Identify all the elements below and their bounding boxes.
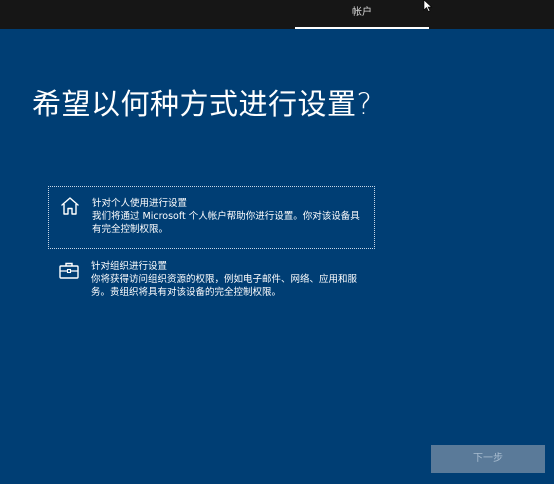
- home-icon: [61, 197, 79, 215]
- option-personal-description: 我们将通过 Microsoft 个人帐户帮助你进行设置。你对该设备具有完全控制权…: [92, 211, 360, 235]
- tab-account-label: 帐户: [352, 7, 372, 18]
- tab-account[interactable]: 帐户: [295, 0, 429, 29]
- option-personal-use[interactable]: 针对个人使用进行设置 我们将通过 Microsoft 个人帐户帮助你进行设置。你…: [48, 186, 375, 249]
- option-organization-title: 针对组织进行设置: [91, 261, 168, 272]
- option-personal-text: 针对个人使用进行设置 我们将通过 Microsoft 个人帐户帮助你进行设置。你…: [92, 197, 364, 236]
- option-organization-text: 针对组织进行设置 你将获得访问组织资源的权限，例如电子邮件、网络、应用和服务。贵…: [91, 260, 365, 299]
- briefcase-icon: [59, 262, 79, 279]
- option-personal-title: 针对个人使用进行设置: [92, 198, 188, 209]
- top-bar: 帐户: [0, 0, 554, 29]
- next-button[interactable]: 下一步: [431, 445, 545, 473]
- mouse-cursor-icon: [423, 0, 433, 12]
- page-title: 希望以何种方式进行设置?: [32, 87, 373, 121]
- option-organization-description: 你将获得访问组织资源的权限，例如电子邮件、网络、应用和服务。贵组织将具有对该设备…: [91, 274, 358, 298]
- option-organization[interactable]: 针对组织进行设置 你将获得访问组织资源的权限，例如电子邮件、网络、应用和服务。贵…: [48, 255, 375, 303]
- main-content: 希望以何种方式进行设置? 针对个人使用进行设置 我们将通过 Microsoft …: [0, 29, 554, 484]
